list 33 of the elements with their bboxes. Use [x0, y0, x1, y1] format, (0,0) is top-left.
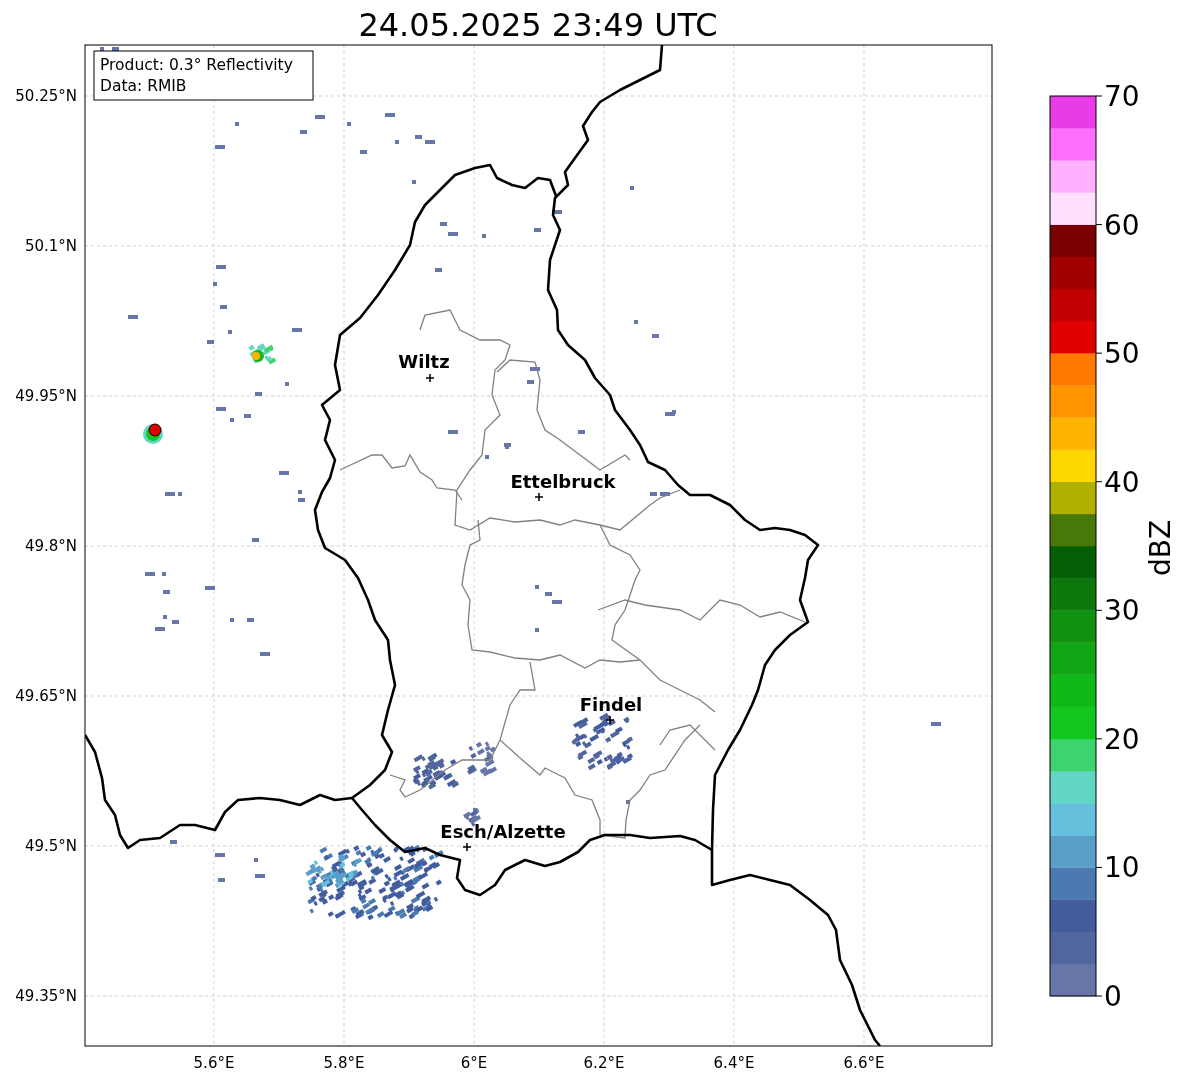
city-label: Esch/Alzette [440, 821, 566, 842]
longitude-label: 6.6°E [843, 1054, 885, 1072]
info-text: Product: 0.3° Reflectivity [100, 56, 293, 74]
latitude-label: 50.1°N [24, 237, 77, 255]
chart-title: 24.05.2025 23:49 UTC [358, 9, 718, 41]
colorbar-tick-label: 10 [1104, 851, 1140, 885]
latitude-label: 49.35°N [15, 987, 77, 1005]
colorbar-tick-label: 0 [1104, 980, 1122, 1013]
longitude-label: 5.8°E [323, 1054, 365, 1072]
latitude-label: 49.95°N [15, 387, 77, 405]
city-marker-icon [425, 373, 435, 383]
latitude-label: 50.25°N [15, 87, 77, 105]
latitude-label: 49.8°N [24, 537, 77, 555]
colorbar-tick-label: 60 [1104, 208, 1140, 242]
colorbar-tick-label: 40 [1104, 465, 1140, 499]
latitude-label: 49.5°N [24, 837, 77, 855]
longitude-label: 6.4°E [713, 1054, 755, 1072]
city-marker-icon [462, 842, 472, 852]
colorbar-tick-label: 30 [1104, 594, 1140, 628]
city-marker-icon [534, 492, 544, 502]
colorbar-tick-label: 20 [1104, 722, 1140, 756]
city-marker-icon [605, 715, 615, 725]
city-label: Findel [579, 694, 643, 715]
longitude-label: 6°E [460, 1054, 488, 1072]
longitude-label: 6.2°E [583, 1054, 625, 1072]
colorbar-title: dBZ [1144, 519, 1177, 577]
longitude-label: 5.6°E [193, 1054, 235, 1072]
colorbar-tick-label: 70 [1104, 80, 1140, 113]
colorbar-tick-label: 50 [1104, 337, 1140, 371]
city-label: Wiltz [398, 351, 450, 372]
city-label: Ettelbruck [510, 471, 616, 492]
info-text: Data: RMIB [100, 77, 187, 95]
latitude-label: 49.65°N [15, 687, 77, 705]
